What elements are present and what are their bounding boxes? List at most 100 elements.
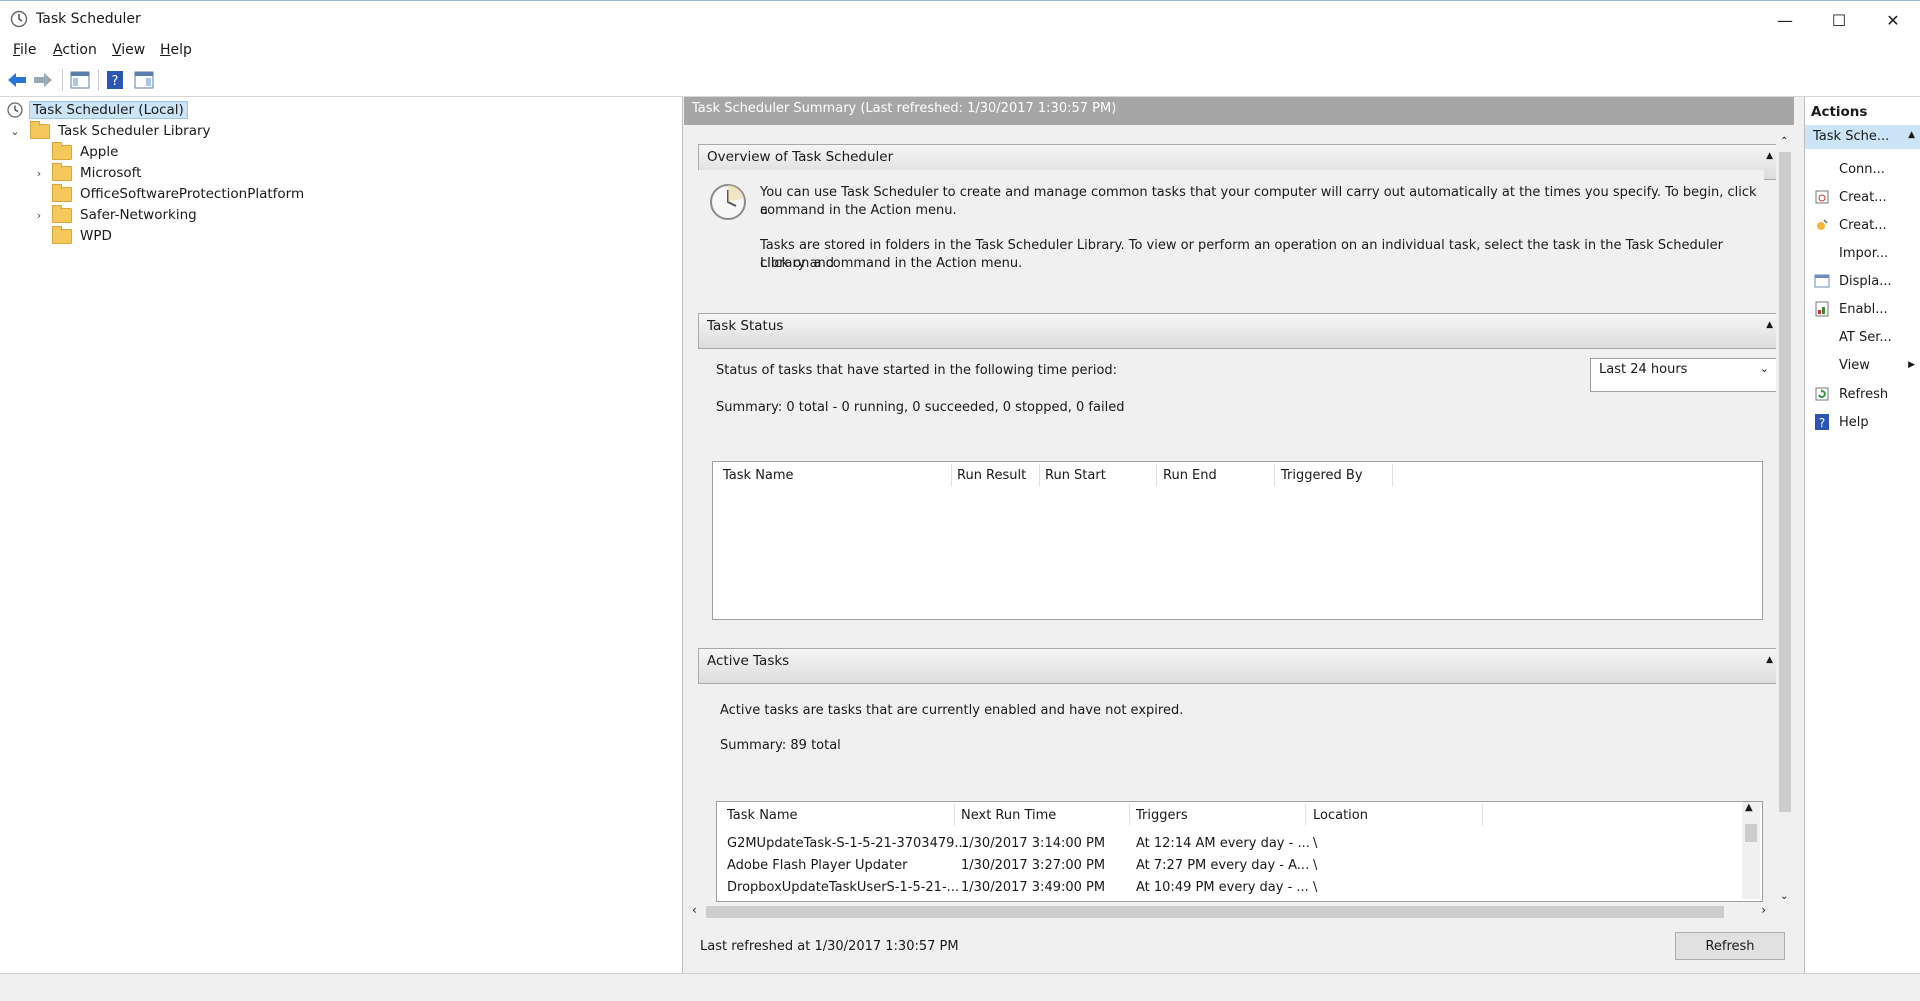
action-label: Creat... xyxy=(1839,217,1887,233)
tree-folder-wpd[interactable]: WPD xyxy=(52,225,112,246)
action-view[interactable]: View ▶ xyxy=(1805,353,1920,377)
menu-help-label: elp xyxy=(170,42,192,58)
library-folder-icon xyxy=(30,120,50,139)
overview-text-line2: command in the Action menu. xyxy=(760,203,957,218)
menu-view[interactable]: View xyxy=(112,42,145,58)
task-row-next-run: 1/30/2017 3:27:00 PM xyxy=(961,858,1106,873)
active-tasks-section-header[interactable]: Active Tasks ▲ xyxy=(698,648,1782,684)
action-label: Conn... xyxy=(1839,161,1885,177)
tree-node-library-label: Task Scheduler Library xyxy=(58,123,211,139)
action-label: AT Ser... xyxy=(1839,329,1892,345)
active-tasks-list[interactable]: Task Name Next Run Time Triggers Locatio… xyxy=(716,801,1763,902)
task-status-section-header[interactable]: Task Status ▲ xyxy=(698,313,1782,349)
console-tree: Task Scheduler (Local) ⌄ Task Scheduler … xyxy=(0,97,683,973)
scroll-left-icon[interactable]: ‹ xyxy=(692,903,697,917)
refresh-icon xyxy=(1813,386,1831,402)
tree-node-library[interactable]: ⌄ Task Scheduler Library xyxy=(8,120,211,141)
menu-file[interactable]: File xyxy=(13,42,36,58)
chevron-right-icon[interactable]: › xyxy=(32,209,46,222)
action-connect[interactable]: Conn... xyxy=(1805,157,1920,181)
task-status-summary: Summary: 0 total - 0 running, 0 succeede… xyxy=(716,400,1125,415)
task-row-name[interactable]: DropboxUpdateTaskUserS-1-5-21-... xyxy=(727,880,959,895)
last-refreshed-text: Last refreshed at 1/30/2017 1:30:57 PM xyxy=(700,939,959,954)
column-divider xyxy=(951,464,952,486)
maximize-button[interactable]: ☐ xyxy=(1812,1,1866,39)
actions-pane: Actions Task Sche... ▲ Conn... Creat... … xyxy=(1804,97,1920,973)
column-header-location[interactable]: Location xyxy=(1313,808,1368,823)
tree-folder-apple[interactable]: Apple xyxy=(52,141,119,162)
refresh-button[interactable]: Refresh xyxy=(1675,932,1785,960)
scroll-thumb[interactable] xyxy=(1779,152,1791,812)
column-header-triggered-by[interactable]: Triggered By xyxy=(1281,468,1363,483)
forward-button[interactable] xyxy=(31,68,55,92)
window-title: Task Scheduler xyxy=(36,11,141,27)
tree-folder-safer-networking[interactable]: › Safer-Networking xyxy=(32,204,197,225)
tree-folder-label: Apple xyxy=(80,144,119,160)
action-enable-history[interactable]: Enabl... xyxy=(1805,297,1920,321)
action-create-task[interactable]: Creat... xyxy=(1805,213,1920,237)
status-period-dropdown[interactable]: Last 24 hours ⌄ xyxy=(1590,358,1778,392)
svg-text:?: ? xyxy=(1819,416,1825,430)
scroll-down-icon[interactable]: ⌄ xyxy=(1780,891,1788,902)
menu-help-accel: H xyxy=(160,42,171,58)
scroll-thumb[interactable] xyxy=(1745,824,1757,842)
collapse-arrow-icon[interactable]: ▲ xyxy=(1908,130,1915,140)
column-header-task-name[interactable]: Task Name xyxy=(727,808,798,823)
scroll-up-icon[interactable]: ⌃ xyxy=(1780,136,1788,147)
action-at-service[interactable]: AT Ser... xyxy=(1805,325,1920,349)
column-divider xyxy=(1039,464,1040,486)
actions-group-header[interactable]: Task Sche... ▲ xyxy=(1805,125,1920,149)
minimize-button[interactable]: — xyxy=(1758,1,1812,39)
scroll-right-icon[interactable]: › xyxy=(1761,903,1766,917)
action-import-task[interactable]: Impor... xyxy=(1805,241,1920,265)
action-label: Creat... xyxy=(1839,189,1887,205)
tree-folder-label: Safer-Networking xyxy=(80,207,197,223)
scroll-thumb[interactable] xyxy=(706,906,1724,918)
column-header-task-name[interactable]: Task Name xyxy=(723,468,794,483)
help-toolbar-button[interactable]: ? xyxy=(103,68,127,92)
back-button[interactable] xyxy=(5,68,29,92)
chevron-down-icon[interactable]: ⌄ xyxy=(8,125,22,138)
collapse-arrow-icon[interactable]: ▲ xyxy=(1766,320,1773,330)
overview-section-body: You can use Task Scheduler to create and… xyxy=(698,170,1764,298)
column-header-run-result[interactable]: Run Result xyxy=(957,468,1026,483)
menu-help[interactable]: Help xyxy=(160,42,192,58)
tree-folder-office[interactable]: OfficeSoftwareProtectionPlatform xyxy=(52,183,305,204)
action-create-basic-task[interactable]: Creat... xyxy=(1805,185,1920,209)
overview-title: Overview of Task Scheduler xyxy=(707,149,894,165)
column-divider xyxy=(954,804,955,826)
show-hide-console-tree-button[interactable] xyxy=(68,68,92,92)
action-display-running[interactable]: Displa... xyxy=(1805,269,1920,293)
menu-action[interactable]: Action xyxy=(53,42,97,58)
active-tasks-title: Active Tasks xyxy=(707,653,790,669)
close-button[interactable]: ✕ xyxy=(1866,1,1920,39)
action-pane-icon xyxy=(134,71,154,89)
column-header-run-end[interactable]: Run End xyxy=(1163,468,1217,483)
show-hide-action-pane-button[interactable] xyxy=(132,68,156,92)
tree-folder-label: OfficeSoftwareProtectionPlatform xyxy=(80,186,305,202)
create-task-icon xyxy=(1813,217,1831,233)
collapse-arrow-icon[interactable]: ▲ xyxy=(1766,151,1773,161)
tree-folder-microsoft[interactable]: › Microsoft xyxy=(32,162,141,183)
column-header-run-start[interactable]: Run Start xyxy=(1045,468,1106,483)
blank-icon xyxy=(1813,161,1831,177)
collapse-arrow-icon[interactable]: ▲ xyxy=(1766,655,1773,665)
task-scheduler-clock-icon xyxy=(10,10,28,28)
task-row-name[interactable]: Adobe Flash Player Updater xyxy=(727,858,907,873)
center-vscrollbar[interactable]: ⌃ ⌄ xyxy=(1776,134,1794,904)
column-header-next-run-time[interactable]: Next Run Time xyxy=(961,808,1056,823)
task-row-name[interactable]: G2MUpdateTask-S-1-5-21-3703479... xyxy=(727,836,967,851)
action-help[interactable]: ? Help xyxy=(1805,410,1920,434)
column-header-triggers[interactable]: Triggers xyxy=(1136,808,1188,823)
action-label: Impor... xyxy=(1839,245,1889,261)
tree-folder-label: WPD xyxy=(80,228,112,244)
chevron-right-icon[interactable]: › xyxy=(32,167,46,180)
active-tasks-vscrollbar[interactable]: ▲ xyxy=(1742,802,1760,899)
task-status-list[interactable]: Task Name Run Result Run Start Run End T… xyxy=(712,461,1763,620)
task-row-location: \ xyxy=(1313,880,1318,895)
task-row-next-run: 1/30/2017 3:14:00 PM xyxy=(961,836,1106,851)
center-hscrollbar[interactable]: ‹ › xyxy=(688,903,1770,921)
tree-node-root[interactable]: Task Scheduler (Local) xyxy=(6,100,188,120)
scroll-up-icon[interactable]: ▲ xyxy=(1745,802,1753,813)
action-refresh[interactable]: Refresh xyxy=(1805,382,1920,406)
